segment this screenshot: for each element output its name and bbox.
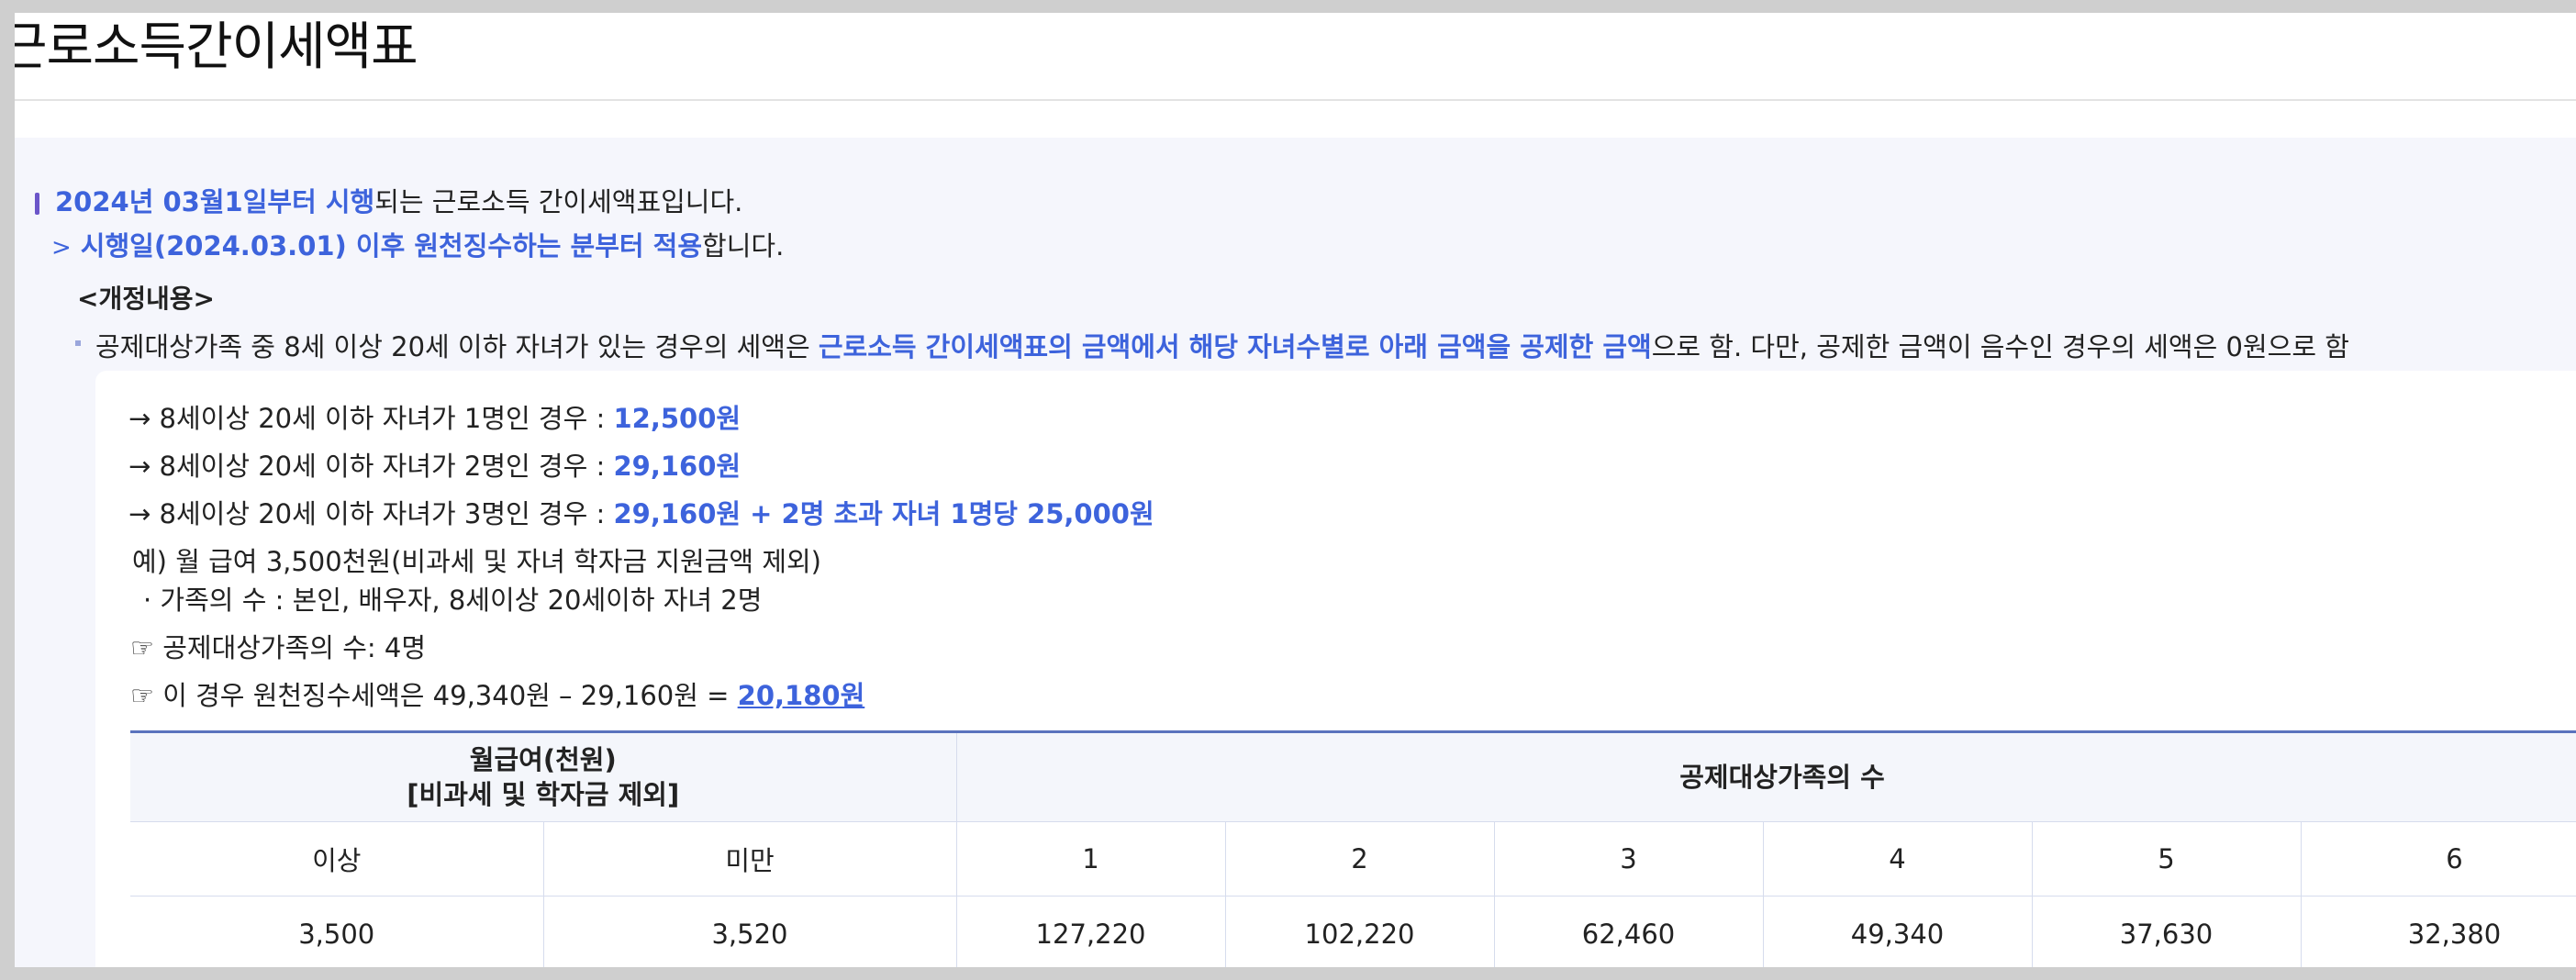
subheader-to: 미만: [543, 821, 957, 896]
deduction-label: → 8세이상 20세 이하 자녀가 3명인 경우 :: [128, 498, 614, 529]
chevron-right-icon: >: [51, 234, 72, 262]
subheader-family-4: 4: [1763, 821, 2033, 896]
deduction-label: → 8세이상 20세 이하 자녀가 2명인 경우 :: [128, 451, 614, 482]
deduction-amount: 29,160원: [613, 451, 742, 482]
cell-family-2: 102,220: [1225, 896, 1495, 967]
cell-family-1: 127,220: [956, 896, 1226, 967]
header-salary: 월급여(천원) [비과세 및 학자금 제외]: [130, 730, 957, 822]
subheader-family-2: 2: [1225, 821, 1495, 896]
revision-text-a: 공제대상가족 중 8세 이상 20세 이하 자녀가 있는 경우의 세액은: [95, 331, 819, 362]
title-divider: [15, 99, 2576, 101]
notice-line-effective: 2024년 03월1일부터 시행되는 근로소득 간이세액표입니다.: [55, 184, 742, 220]
table-subheader-row: 이상 미만 1 2 3 4 5 6: [130, 821, 2576, 896]
cell-family-4: 49,340: [1763, 896, 2033, 967]
example-result: ☞ 이 경우 원천징수세액은 49,340원 – 29,160원 = 20,18…: [130, 677, 864, 714]
cell-to: 3,520: [543, 896, 957, 967]
cell-from: 3,500: [130, 896, 544, 967]
deduction-amount: 12,500원: [613, 403, 742, 434]
subheader-family-3: 3: [1494, 821, 1764, 896]
deduction-line-2: → 8세이상 20세 이하 자녀가 2명인 경우 : 29,160원: [128, 448, 741, 484]
deduction-amount: 29,160원 + 2명 초과 자녀 1명당 25,000원: [613, 498, 1154, 529]
tax-table: 월급여(천원) [비과세 및 학자금 제외] 공제대상가족의 수 이상 미만 1…: [130, 730, 2576, 967]
notice-line-apply: > 시행일(2024.03.01) 이후 원천징수하는 분부터 적용합니다.: [51, 228, 784, 266]
example-result-text: ☞ 이 경우 원천징수세액은 49,340원 – 29,160원 =: [130, 680, 738, 711]
bullet-square-icon: [75, 340, 81, 346]
revision-text-b: 으로 함. 다만, 공제한 금액이 음수인 경우의 세액은 0원으로 함: [1651, 331, 2349, 362]
deduction-line-3: → 8세이상 20세 이하 자녀가 3명인 경우 : 29,160원 + 2명 …: [128, 496, 1154, 532]
apply-date-rest: 합니다.: [702, 230, 785, 262]
deduction-line-1: → 8세이상 20세 이하 자녀가 1명인 경우 : 12,500원: [128, 400, 741, 437]
header-salary-line2: [비과세 및 학자금 제외]: [407, 779, 680, 810]
effective-date-highlight: 2024년 03월1일부터 시행: [55, 186, 375, 217]
header-salary-line1: 월급여(천원): [469, 744, 617, 775]
apply-date-highlight: 시행일(2024.03.01) 이후 원천징수하는 분부터 적용: [80, 230, 703, 262]
page-title: 근로소득간이세액표: [15, 17, 418, 77]
example-result-link[interactable]: 20,180원: [738, 680, 865, 711]
cell-family-5: 37,630: [2032, 896, 2302, 967]
subheader-family-6: 6: [2301, 821, 2576, 896]
deduction-label: → 8세이상 20세 이하 자녀가 1명인 경우 :: [128, 403, 614, 434]
cell-family-3: 62,460: [1494, 896, 1764, 967]
effective-date-rest: 되는 근로소득 간이세액표입니다.: [374, 186, 743, 217]
subheader-family-1: 1: [956, 821, 1226, 896]
revision-heading: <개정내용>: [77, 284, 215, 314]
table-header-row: 월급여(천원) [비과세 및 학자금 제외] 공제대상가족의 수: [130, 730, 2576, 822]
revision-text-highlight: 근로소득 간이세액표의 금액에서 해당 자녀수별로 아래 금액을 공제한 금액: [818, 331, 1652, 362]
example-salary: 예) 월 급여 3,500천원(비과세 및 자녀 학자금 지원금액 제외): [132, 546, 821, 577]
header-family-count: 공제대상가족의 수: [956, 730, 2576, 822]
subheader-from: 이상: [130, 821, 544, 896]
cell-family-6: 32,380: [2301, 896, 2576, 967]
page-frame: 근로소득간이세액표 2024년 03월1일부터 시행되는 근로소득 간이세액표입…: [15, 13, 2576, 967]
example-family: · 가족의 수 : 본인, 배우자, 8세이상 20세이하 자녀 2명: [143, 585, 763, 616]
subheader-family-5: 5: [2032, 821, 2302, 896]
revision-text: 공제대상가족 중 8세 이상 20세 이하 자녀가 있는 경우의 세액은 근로소…: [75, 329, 2349, 365]
table-row: 3,500 3,520 127,220 102,220 62,460 49,34…: [130, 896, 2576, 967]
exclamation-icon: [35, 193, 39, 215]
example-family-count: ☞ 공제대상가족의 수: 4명: [130, 632, 426, 663]
